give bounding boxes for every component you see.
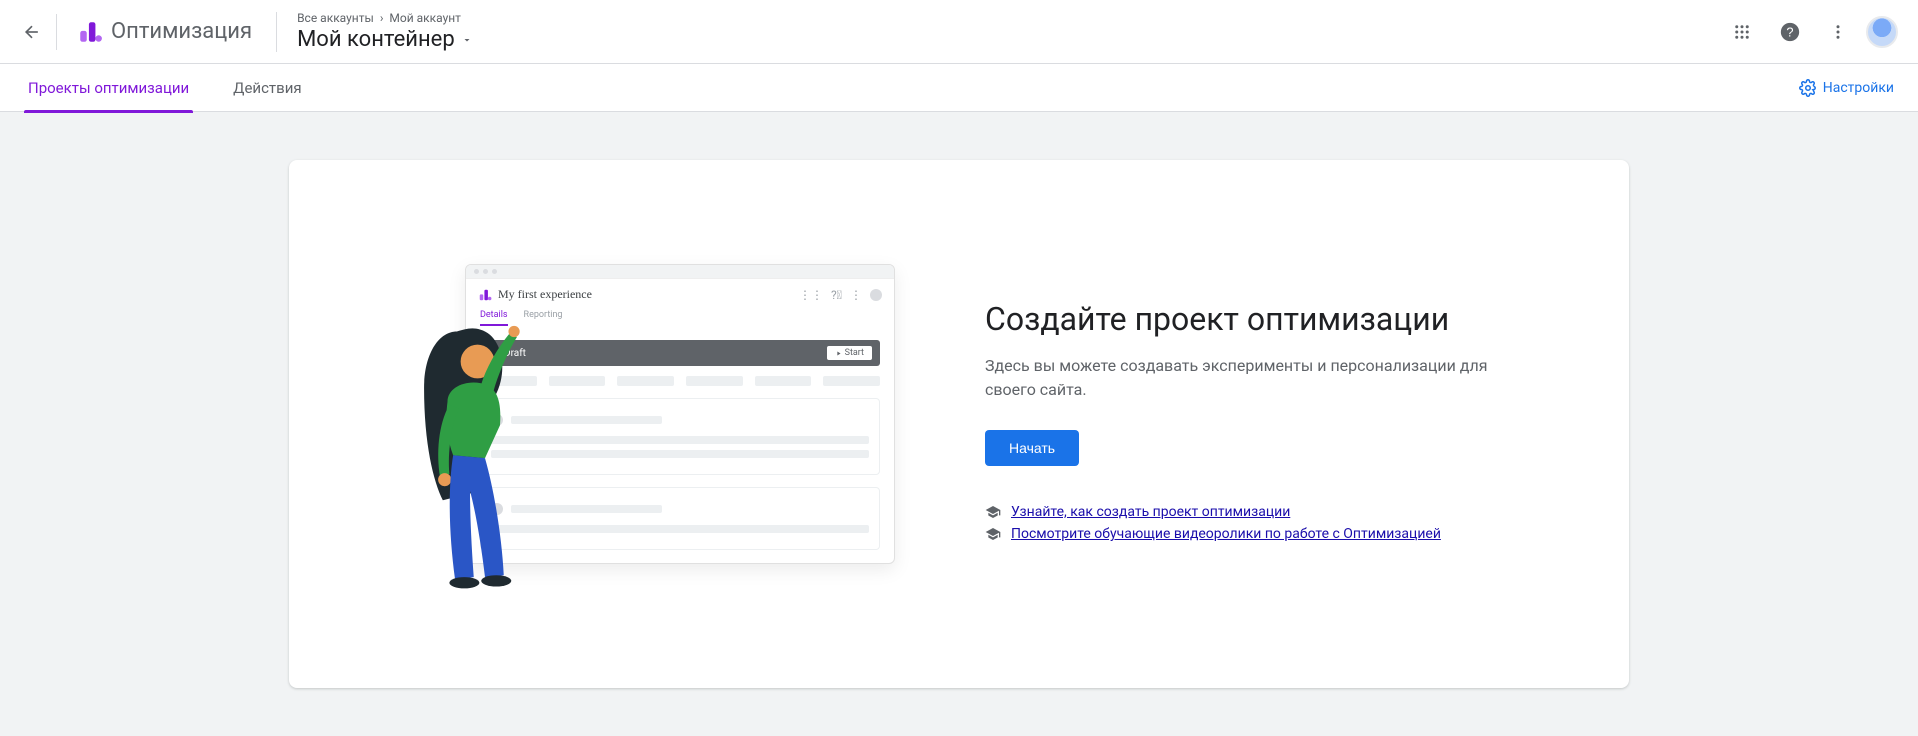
- apps-grid-icon: ⋮⋮: [799, 288, 823, 302]
- appbar-actions: ?: [1722, 12, 1910, 52]
- help-icon: ?: [1779, 21, 1801, 43]
- breadcrumb: Все аккаунты › Мой аккаунт: [297, 11, 473, 25]
- breadcrumb-block: Все аккаунты › Мой аккаунт Мой контейнер: [276, 12, 473, 52]
- breadcrumb-my-account[interactable]: Мой аккаунт: [389, 11, 461, 25]
- container-picker[interactable]: Мой контейнер: [297, 27, 473, 52]
- mockwin-start-button: Start: [827, 346, 872, 360]
- learn-link-videos[interactable]: Посмотрите обучающие видеоролики по рабо…: [1011, 526, 1441, 542]
- apps-button[interactable]: [1722, 12, 1762, 52]
- hero-title: Создайте проект оптимизации: [985, 300, 1557, 338]
- graduation-cap-icon: [985, 526, 1001, 542]
- settings-link[interactable]: Настройки: [1799, 79, 1894, 97]
- product-name: Оптимизация: [111, 19, 252, 44]
- tabs-row: Проекты оптимизации Действия Настройки: [0, 64, 1918, 112]
- play-icon: [835, 350, 842, 357]
- avatar-icon: [870, 289, 882, 301]
- help-button[interactable]: ?: [1770, 12, 1810, 52]
- account-avatar[interactable]: [1866, 16, 1898, 48]
- gear-icon: [1799, 79, 1817, 97]
- apps-grid-icon: [1733, 23, 1751, 41]
- caret-down-icon: [461, 34, 473, 46]
- more-vert-icon: [1829, 23, 1847, 41]
- tab-projects-label: Проекты оптимизации: [28, 79, 189, 97]
- learn-link-create[interactable]: Узнайте, как создать проект оптимизации: [1011, 504, 1290, 520]
- help-icon: ?⃝: [831, 288, 842, 302]
- graduation-cap-icon: [985, 504, 1001, 520]
- optimize-logo-icon: [77, 19, 103, 45]
- breadcrumb-all-accounts[interactable]: Все аккаунты: [297, 11, 374, 25]
- person-illustration: [385, 294, 585, 594]
- arrow-left-icon: [22, 22, 42, 42]
- svg-text:?: ?: [1786, 24, 1793, 39]
- onboarding-card: My first experience ⋮⋮ ?⃝ ⋮ Details Repo…: [289, 160, 1629, 688]
- vertical-divider: [56, 14, 57, 50]
- tab-actions-label: Действия: [233, 79, 301, 97]
- tab-actions[interactable]: Действия: [229, 64, 305, 112]
- page-body: My first experience ⋮⋮ ?⃝ ⋮ Details Repo…: [0, 112, 1918, 736]
- app-bar: Оптимизация Все аккаунты › Мой аккаунт М…: [0, 0, 1918, 64]
- hero-block: Создайте проект оптимизации Здесь вы мож…: [985, 300, 1557, 548]
- tab-projects[interactable]: Проекты оптимизации: [24, 64, 193, 112]
- more-button[interactable]: [1818, 12, 1858, 52]
- learn-row-2: Посмотрите обучающие видеоролики по рабо…: [985, 526, 1557, 542]
- learn-row-1: Узнайте, как создать проект оптимизации: [985, 504, 1557, 520]
- settings-label: Настройки: [1823, 80, 1894, 96]
- container-title: Мой контейнер: [297, 27, 455, 52]
- back-button[interactable]: [8, 8, 56, 56]
- hero-subtitle: Здесь вы можете создавать эксперименты и…: [985, 354, 1525, 402]
- start-button[interactable]: Начать: [985, 430, 1079, 466]
- product-logo[interactable]: Оптимизация: [61, 19, 268, 45]
- illustration: My first experience ⋮⋮ ?⃝ ⋮ Details Repo…: [345, 264, 905, 584]
- chevron-right-icon: ›: [380, 11, 384, 25]
- more-vert-icon: ⋮: [850, 288, 862, 302]
